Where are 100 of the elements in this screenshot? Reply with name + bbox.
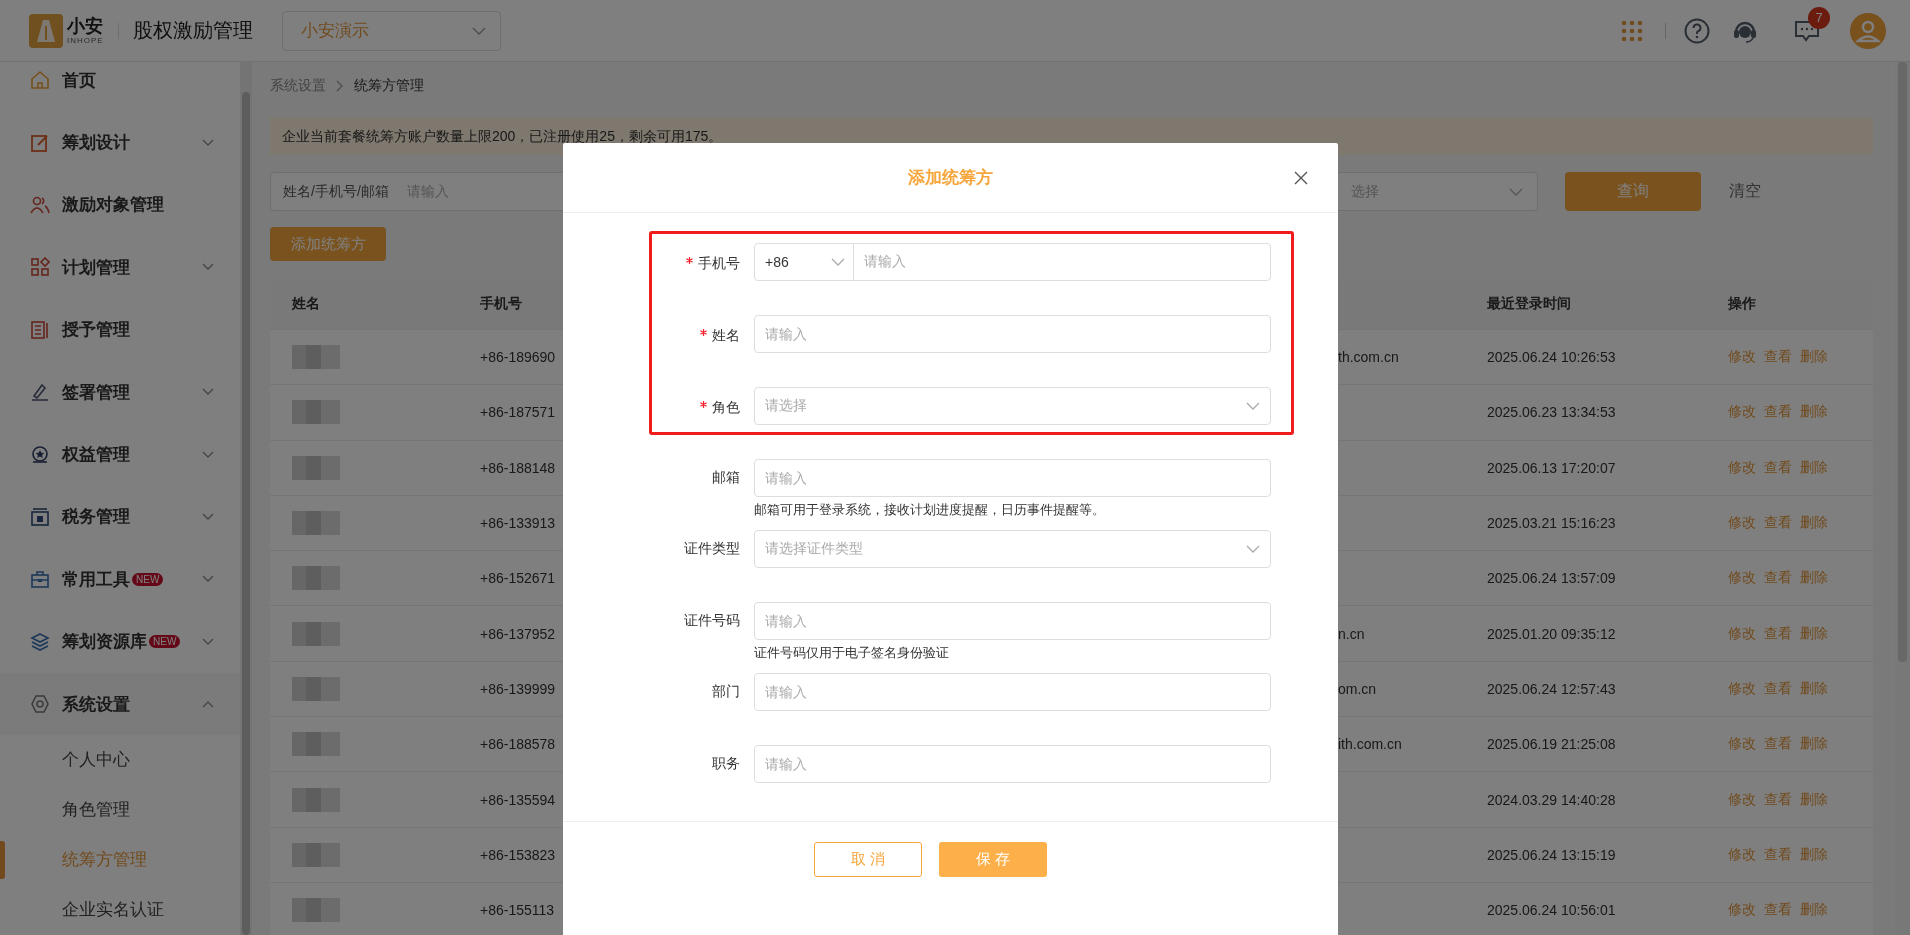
- last-login-cell: 2025.06.24 13:57:09: [1487, 570, 1616, 587]
- row-action-link[interactable]: 查看: [1764, 624, 1792, 643]
- field-help-text: 邮箱可用于登录系统，接收计划进度提醒，日历事件提醒等。: [754, 501, 1106, 519]
- row-action-link[interactable]: 删除: [1800, 569, 1828, 588]
- row-action-link[interactable]: 修改: [1728, 458, 1756, 477]
- chevron-down-icon: [1246, 402, 1260, 410]
- input-field[interactable]: 请输入: [754, 673, 1271, 711]
- row-action-link[interactable]: 删除: [1800, 458, 1828, 477]
- country-code-select[interactable]: +86: [755, 244, 854, 280]
- row-action-link[interactable]: 修改: [1728, 790, 1756, 809]
- new-badge: NEW: [132, 572, 164, 586]
- email-cell: ith.com.cn: [1338, 736, 1402, 753]
- row-action-link[interactable]: 删除: [1800, 845, 1828, 864]
- field-label: 手机号: [686, 254, 740, 273]
- row-action-link[interactable]: 删除: [1800, 901, 1828, 920]
- row-action-link[interactable]: 查看: [1764, 403, 1792, 422]
- logo-icon: [29, 13, 63, 48]
- input-field[interactable]: 请输入: [754, 459, 1271, 497]
- field-label: 邮箱: [712, 469, 740, 487]
- company-select[interactable]: 小安演示: [281, 10, 501, 51]
- sidebar-item[interactable]: 签署管理: [0, 360, 240, 424]
- dialog-title: 添加统筹方: [908, 167, 993, 189]
- apps-grid-icon[interactable]: [1621, 19, 1643, 42]
- phone-cell: +86-188148: [480, 459, 556, 476]
- chevron-down-icon: [471, 26, 486, 35]
- blurred-name: [292, 566, 340, 591]
- select-field[interactable]: 请选择: [754, 387, 1271, 425]
- phone-cell: +86-155113: [480, 902, 555, 919]
- last-login-cell: 2025.03.21 15:16:23: [1487, 515, 1616, 532]
- blurred-name: [292, 676, 340, 701]
- row-action-link[interactable]: 修改: [1728, 735, 1756, 754]
- chevron-down-icon: [831, 258, 845, 266]
- row-action-link[interactable]: 修改: [1728, 901, 1756, 920]
- row-action-link[interactable]: 查看: [1764, 845, 1792, 864]
- phone-cell: +86-139999: [480, 680, 556, 697]
- field-label: 证件类型: [684, 540, 740, 558]
- row-action-link[interactable]: 修改: [1728, 569, 1756, 588]
- sidebar-item[interactable]: 计划管理: [0, 236, 240, 299]
- add-coordinator-button[interactable]: 添加统筹方: [270, 227, 386, 261]
- email-cell: n.cn: [1338, 625, 1365, 642]
- row-action-link[interactable]: 查看: [1764, 569, 1792, 588]
- row-action-link[interactable]: 查看: [1764, 901, 1792, 920]
- row-action-link[interactable]: 修改: [1728, 679, 1756, 698]
- sidebar-scrollbar[interactable]: [240, 62, 252, 935]
- breadcrumb-item: 统筹方管理: [354, 77, 424, 95]
- row-action-link[interactable]: 删除: [1800, 735, 1828, 754]
- chevron-down-icon: [1246, 545, 1260, 553]
- row-action-link[interactable]: 删除: [1800, 348, 1828, 367]
- row-action-link[interactable]: 修改: [1728, 348, 1756, 367]
- blurred-name: [292, 345, 340, 370]
- sidebar-item[interactable]: 筹划设计: [0, 111, 240, 174]
- row-action-link[interactable]: 删除: [1800, 679, 1828, 698]
- sidebar-item[interactable]: 税务管理: [0, 485, 240, 549]
- last-login-cell: 2025.06.24 10:26:53: [1487, 349, 1616, 366]
- sidebar-item[interactable]: 权益管理: [0, 423, 240, 486]
- sidebar-subitem[interactable]: 个人中心: [0, 735, 240, 786]
- menu-item-icon: [30, 70, 50, 91]
- clear-button[interactable]: 清空: [1723, 180, 1767, 203]
- sidebar-item[interactable]: 筹划资源库 NEW: [0, 610, 240, 673]
- close-icon[interactable]: [1294, 171, 1308, 185]
- message-count-badge: 7: [1808, 6, 1830, 29]
- row-action-link[interactable]: 删除: [1800, 624, 1828, 643]
- blurred-name: [292, 732, 340, 757]
- row-action-link[interactable]: 查看: [1764, 735, 1792, 754]
- select-field[interactable]: 请选择证件类型: [754, 530, 1271, 568]
- new-badge: NEW: [149, 635, 181, 649]
- logo-subtext: INHOPE: [67, 36, 104, 45]
- sidebar-subitem[interactable]: 企业实名认证: [0, 885, 240, 935]
- sidebar-item[interactable]: 常用工具 NEW: [0, 548, 240, 611]
- save-button[interactable]: 保 存: [939, 842, 1047, 877]
- row-action-link[interactable]: 删除: [1800, 790, 1828, 809]
- field-label: 职务: [712, 755, 740, 773]
- sidebar-item[interactable]: 激励对象管理: [0, 173, 240, 237]
- row-action-link[interactable]: 查看: [1764, 679, 1792, 698]
- row-action-link[interactable]: 修改: [1728, 514, 1756, 533]
- sidebar-item[interactable]: 授予管理: [0, 298, 240, 361]
- input-field[interactable]: 请输入: [754, 315, 1271, 353]
- row-action-link[interactable]: 修改: [1728, 845, 1756, 864]
- query-button[interactable]: 查询: [1565, 172, 1701, 211]
- last-login-cell: 2025.06.24 13:15:19: [1487, 846, 1616, 863]
- menu-item-icon: [30, 506, 50, 527]
- row-action-link[interactable]: 查看: [1764, 514, 1792, 533]
- row-action-link[interactable]: 删除: [1800, 403, 1828, 422]
- help-icon[interactable]: [1684, 17, 1710, 44]
- row-action-link[interactable]: 修改: [1728, 624, 1756, 643]
- phone-input[interactable]: +86 请输入: [754, 243, 1271, 281]
- input-field[interactable]: 请输入: [754, 745, 1271, 783]
- phone-cell: +86-189690: [480, 349, 556, 366]
- cancel-button[interactable]: 取 消: [814, 842, 922, 877]
- row-action-link[interactable]: 查看: [1764, 458, 1792, 477]
- blurred-name: [292, 787, 340, 812]
- sidebar-subitem[interactable]: 统筹方管理: [0, 835, 240, 886]
- row-action-link[interactable]: 修改: [1728, 403, 1756, 422]
- blurred-name: [292, 898, 340, 923]
- row-action-link[interactable]: 查看: [1764, 348, 1792, 367]
- sidebar-item[interactable]: 首页: [0, 62, 240, 112]
- input-field[interactable]: 请输入: [754, 602, 1271, 640]
- sidebar-subitem[interactable]: 角色管理: [0, 785, 240, 836]
- row-action-link[interactable]: 查看: [1764, 790, 1792, 809]
- row-action-link[interactable]: 删除: [1800, 514, 1828, 533]
